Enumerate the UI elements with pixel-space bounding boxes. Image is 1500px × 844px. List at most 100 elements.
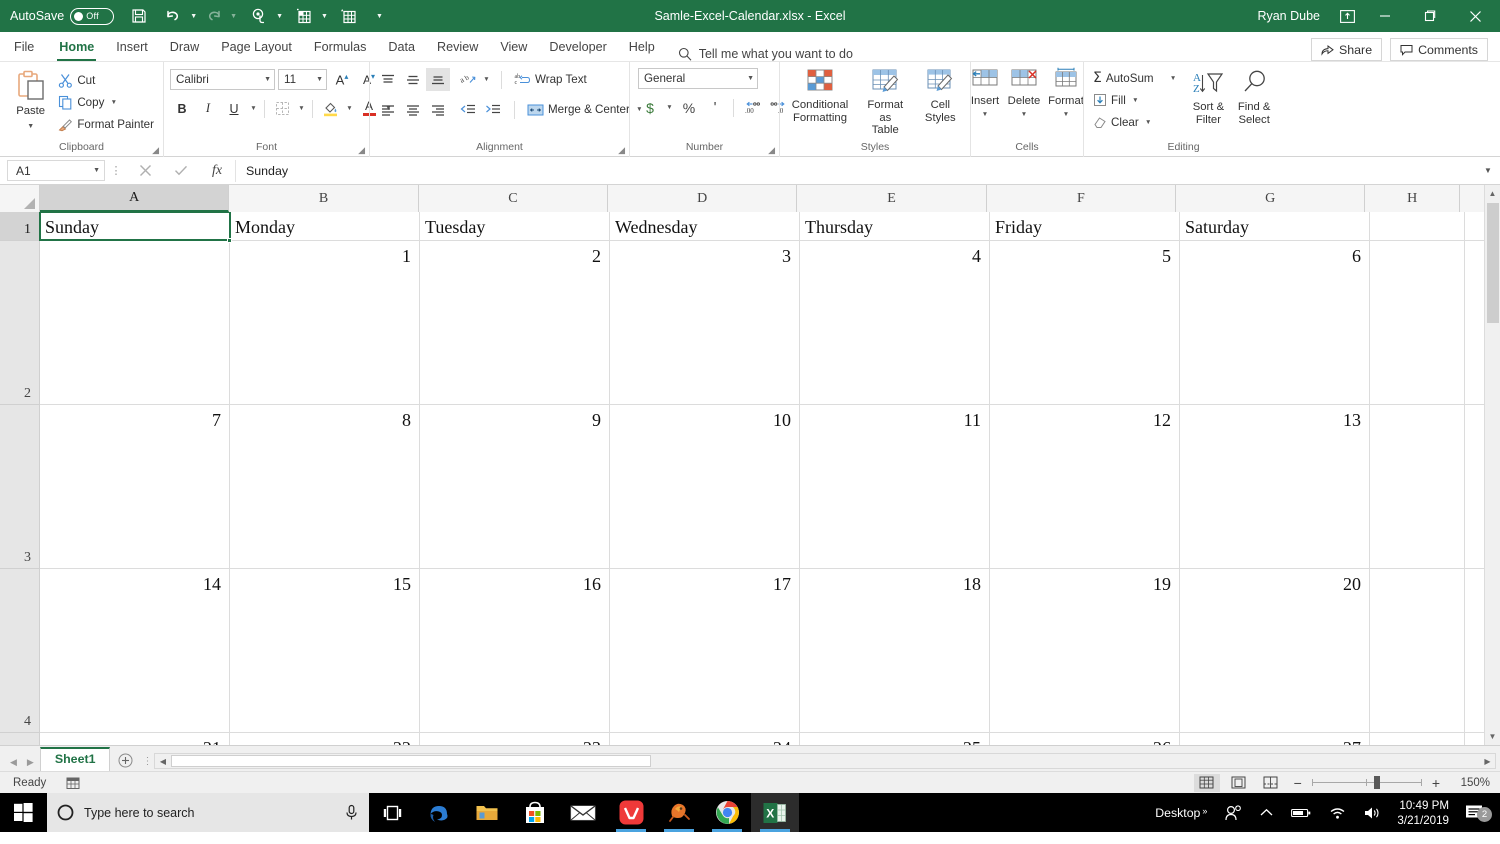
wrap-text-button[interactable]: ab c Wrap Text — [511, 69, 590, 91]
restore-button[interactable] — [1407, 0, 1452, 32]
increase-font-size-button[interactable]: A▴ — [330, 68, 354, 91]
fill-button[interactable]: Fill ▼ — [1090, 89, 1182, 111]
align-right-button[interactable] — [426, 98, 450, 121]
cell-a2[interactable] — [40, 241, 230, 404]
new-dropdown-caret[interactable]: ▼ — [318, 13, 331, 20]
new-icon[interactable] — [290, 3, 318, 29]
scroll-split-grip[interactable]: ⋮ — [140, 756, 154, 767]
clear-dropdown-caret[interactable]: ▼ — [1143, 119, 1154, 126]
row-header-5[interactable]: 5 — [0, 733, 39, 745]
chrome-icon[interactable] — [703, 793, 751, 832]
cell-d4[interactable]: 17 — [610, 569, 800, 732]
sheet-tab-sheet1[interactable]: Sheet1 — [39, 747, 111, 771]
clipboard-dialog-launcher-icon[interactable]: ◢ — [152, 145, 159, 156]
column-header-e[interactable]: E — [797, 185, 987, 212]
align-middle-button[interactable] — [401, 68, 425, 91]
cell-d2[interactable]: 3 — [610, 241, 800, 404]
decrease-indent-button[interactable] — [456, 98, 480, 121]
cell-h2[interactable] — [1370, 241, 1465, 404]
cell-g2[interactable]: 6 — [1180, 241, 1370, 404]
cut-button[interactable]: Cut — [55, 69, 157, 91]
increase-indent-button[interactable] — [481, 98, 505, 121]
start-button[interactable] — [0, 803, 47, 822]
accounting-format-button[interactable]: $ — [638, 96, 662, 119]
normal-view-icon[interactable] — [1193, 773, 1220, 792]
action-center-button[interactable]: 2 — [1459, 804, 1496, 822]
format-as-table-button[interactable]: Format as Table — [856, 65, 915, 139]
scroll-right-arrow-icon[interactable]: ▶ — [1480, 757, 1495, 766]
cell-styles-button[interactable]: Cell Styles — [917, 65, 964, 126]
zoom-level-label[interactable]: 150% — [1450, 777, 1490, 789]
undo-icon[interactable] — [160, 3, 187, 29]
bold-button[interactable]: B — [170, 97, 194, 120]
cell-b1[interactable]: Monday — [230, 212, 420, 240]
edge-icon[interactable] — [415, 793, 463, 832]
delete-cells-button[interactable]: Delete ▼ — [1004, 65, 1045, 123]
paste-dropdown-caret[interactable]: ▼ — [27, 121, 34, 134]
touch-mode-icon[interactable] — [246, 3, 273, 29]
autosave-toggle[interactable]: Off — [70, 7, 115, 25]
insert-dropdown-caret[interactable]: ▼ — [982, 109, 988, 122]
font-family-combo[interactable]: Calibri ▼ — [170, 69, 275, 90]
cell-c2[interactable]: 2 — [420, 241, 610, 404]
cell-f2[interactable]: 5 — [990, 241, 1180, 404]
column-header-g[interactable]: G — [1176, 185, 1366, 212]
microphone-icon[interactable] — [344, 804, 359, 821]
name-box[interactable]: A1 ▼ — [7, 160, 105, 181]
fill-color-button[interactable] — [318, 97, 342, 120]
align-bottom-button[interactable] — [426, 68, 450, 91]
tell-me-search[interactable]: Tell me what you want to do — [666, 47, 853, 61]
enter-formula-icon[interactable] — [163, 160, 199, 182]
underline-button[interactable]: U — [222, 97, 246, 120]
alignment-dialog-launcher-icon[interactable]: ◢ — [618, 145, 625, 156]
mail-icon[interactable] — [559, 793, 607, 832]
excel-icon[interactable]: X — [751, 793, 799, 832]
account-user-name[interactable]: Ryan Dube — [1257, 9, 1332, 23]
cell-h4[interactable] — [1370, 569, 1465, 732]
tab-help[interactable]: Help — [618, 32, 666, 61]
underline-dropdown-caret[interactable]: ▼ — [248, 105, 259, 112]
cell-e1[interactable]: Thursday — [800, 212, 990, 240]
italic-button[interactable]: I — [196, 97, 220, 120]
search-input[interactable]: Type here to search — [47, 793, 369, 832]
formula-bar-grip[interactable]: ⋮ — [105, 164, 127, 177]
formula-input[interactable]: Sunday — [235, 159, 1478, 182]
taskbar-clock[interactable]: 10:49 PM 3/21/2019 — [1391, 798, 1459, 828]
battery-icon[interactable] — [1282, 807, 1320, 819]
cell-c1[interactable]: Tuesday — [420, 212, 610, 240]
cell-e2[interactable]: 4 — [800, 241, 990, 404]
fill-color-dropdown-caret[interactable]: ▼ — [344, 105, 355, 112]
page-layout-view-icon[interactable] — [1226, 774, 1252, 792]
vertical-scroll-thumb[interactable] — [1486, 203, 1499, 323]
firefox-icon[interactable] — [655, 793, 703, 832]
column-header-h[interactable]: H — [1365, 185, 1461, 212]
tab-home[interactable]: Home — [48, 32, 105, 61]
tab-file[interactable]: File — [0, 32, 48, 61]
accounting-dropdown-caret[interactable]: ▼ — [664, 104, 675, 111]
font-size-combo[interactable]: 11 ▼ — [278, 69, 327, 90]
cell-b5[interactable]: 22 — [230, 733, 420, 745]
format-painter-button[interactable]: Format Painter — [55, 113, 157, 135]
cell-e4[interactable]: 18 — [800, 569, 990, 732]
cell-d5[interactable]: 24 — [610, 733, 800, 745]
tab-review[interactable]: Review — [426, 32, 489, 61]
scroll-up-arrow-icon[interactable]: ▲ — [1484, 185, 1500, 202]
ribbon-display-options-icon[interactable] — [1332, 0, 1362, 32]
format-cells-button[interactable]: Format ▼ — [1045, 65, 1088, 123]
orientation-dropdown-caret[interactable]: ▼ — [481, 76, 492, 83]
selection-fill-handle[interactable] — [227, 238, 232, 243]
cancel-formula-icon[interactable] — [127, 160, 163, 182]
increase-decimal-button[interactable]: .00 — [740, 96, 764, 119]
zoom-slider-thumb[interactable] — [1373, 776, 1380, 789]
orientation-button[interactable]: ab — [456, 68, 480, 91]
format-dropdown-caret[interactable]: ▼ — [1063, 109, 1069, 122]
row-header-3[interactable]: 3 — [0, 405, 39, 569]
borders-button[interactable] — [270, 97, 294, 120]
conditional-formatting-button[interactable]: Conditional Formatting — [786, 65, 854, 126]
row-header-2[interactable]: 2 — [0, 241, 39, 405]
close-button[interactable] — [1452, 0, 1498, 32]
cell-e3[interactable]: 11 — [800, 405, 990, 568]
add-sheet-button[interactable] — [110, 753, 140, 771]
volume-icon[interactable] — [1355, 806, 1391, 820]
desktop-peek-label[interactable]: Desktop » — [1146, 806, 1216, 820]
